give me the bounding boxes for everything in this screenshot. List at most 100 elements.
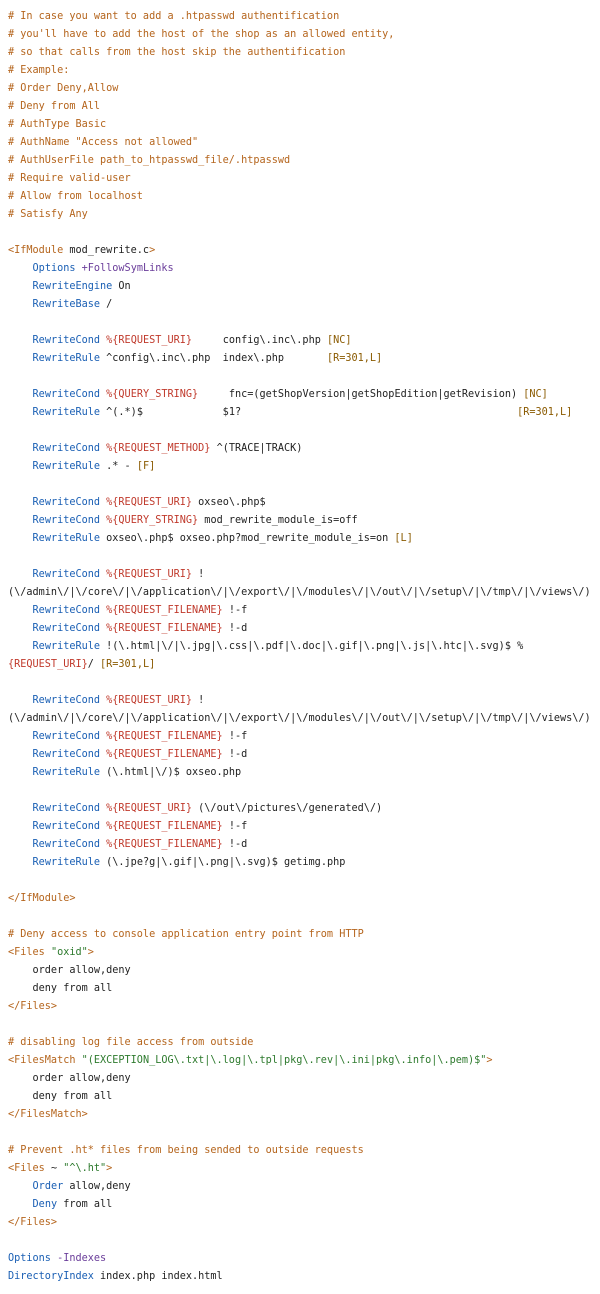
code-tag: </IfModule> — [8, 893, 76, 904]
code-line: <Files "oxid"> — [8, 944, 600, 962]
code-variable: %{REQUEST_METHOD} — [106, 443, 211, 454]
code-comment: # Satisfy Any — [8, 209, 88, 220]
code-line: # AuthUserFile path_to_htpasswd_file/.ht… — [8, 152, 600, 170]
code-text: ^(.*)$ $1? — [100, 407, 518, 418]
code-tag: > — [87, 947, 94, 958]
code-line: RewriteCond %{REQUEST_FILENAME} !-d — [8, 620, 600, 638]
code-text: .* - — [100, 461, 137, 472]
code-variable: %{REQUEST_FILENAME} — [106, 839, 223, 850]
code-directive: RewriteCond — [32, 569, 101, 580]
htaccess-code-view: # In case you want to add a .htpasswd au… — [0, 0, 600, 1286]
code-variable: %{REQUEST_FILENAME} — [106, 821, 223, 832]
code-flag: [L] — [394, 533, 413, 544]
code-text: ^config\.inc\.php index\.php — [100, 353, 327, 364]
code-directive: RewriteRule — [32, 767, 101, 778]
code-text: !-f — [222, 821, 248, 832]
code-line: Deny from all — [8, 1196, 600, 1214]
code-text: (\.html|\/)$ oxseo.php — [100, 767, 242, 778]
code-option: -Indexes — [57, 1253, 107, 1264]
code-flag: [NC] — [523, 389, 548, 400]
code-tag: <Files — [8, 947, 45, 958]
code-comment: # Example: — [8, 65, 70, 76]
code-line: RewriteBase / — [8, 296, 600, 314]
code-variable: %{REQUEST_URI} — [106, 335, 193, 346]
code-comment: # Deny from All — [8, 101, 101, 112]
code-line: RewriteCond %{REQUEST_FILENAME} !-d — [8, 746, 600, 764]
code-text: config\.inc\.php — [192, 335, 327, 346]
code-variable: %{REQUEST_FILENAME} — [106, 605, 223, 616]
code-text: order allow,deny — [8, 1073, 131, 1084]
code-line: # Require valid-user — [8, 170, 600, 188]
code-line: RewriteRule oxseo\.php$ oxseo.php?mod_re… — [8, 530, 600, 548]
code-comment: # Deny access to console application ent… — [8, 929, 364, 940]
code-tag: <FilesMatch — [8, 1055, 76, 1066]
code-line: DirectoryIndex index.php index.html — [8, 1268, 600, 1286]
code-text: !-d — [222, 839, 248, 850]
code-text: allow,deny — [63, 1181, 131, 1192]
code-line: RewriteRule (\.html|\/)$ oxseo.php — [8, 764, 600, 782]
code-directive: RewriteEngine — [32, 281, 113, 292]
code-directive: Options — [8, 1253, 51, 1264]
code-text: ! — [192, 569, 205, 580]
code-line: deny from all — [8, 1088, 600, 1106]
code-variable: %{REQUEST_URI} — [106, 803, 193, 814]
code-line: # Order Deny,Allow — [8, 80, 600, 98]
code-directive: RewriteCond — [32, 821, 101, 832]
code-line: RewriteCond %{REQUEST_URI} oxseo\.php$ — [8, 494, 600, 512]
code-line: Options +FollowSymLinks — [8, 260, 600, 278]
code-comment: # AuthUserFile path_to_htpasswd_file/.ht… — [8, 155, 291, 166]
code-directive: RewriteRule — [32, 353, 101, 364]
code-text: !-d — [222, 623, 248, 634]
code-text: !-d — [222, 749, 248, 760]
code-directive: RewriteCond — [32, 389, 101, 400]
code-line: deny from all — [8, 980, 600, 998]
code-variable: %{REQUEST_URI} — [106, 695, 193, 706]
code-option: +FollowSymLinks — [81, 263, 174, 274]
code-line: # Prevent .ht* files from being sended t… — [8, 1142, 600, 1160]
code-line: </FilesMatch> — [8, 1106, 600, 1124]
code-directive: RewriteCond — [32, 749, 101, 760]
code-line: </Files> — [8, 1214, 600, 1232]
code-comment: # AuthType Basic — [8, 119, 107, 130]
code-variable: %{REQUEST_URI} — [106, 569, 193, 580]
code-line: order allow,deny — [8, 1070, 600, 1088]
code-text: mod_rewrite.c — [63, 245, 150, 256]
code-line: <IfModule mod_rewrite.c> — [8, 242, 600, 260]
code-directive: DirectoryIndex — [8, 1271, 94, 1282]
code-text: index.php index.html — [93, 1271, 223, 1282]
code-directive: RewriteRule — [32, 461, 101, 472]
code-tag: </FilesMatch> — [8, 1109, 88, 1120]
code-line: # In case you want to add a .htpasswd au… — [8, 8, 600, 26]
code-tag: > — [106, 1163, 113, 1174]
code-text: deny from all — [8, 983, 113, 994]
code-line: # Allow from localhost — [8, 188, 600, 206]
code-text: (\/admin\/|\/core\/|\/application\/|\/ex… — [8, 587, 591, 598]
code-line: # Satisfy Any — [8, 206, 600, 224]
code-text: ~ — [44, 1163, 64, 1174]
code-directive: RewriteCond — [32, 623, 101, 634]
code-line: </IfModule> — [8, 890, 600, 908]
code-line: RewriteRule ^(.*)$ $1? [R=301,L] — [8, 404, 600, 422]
